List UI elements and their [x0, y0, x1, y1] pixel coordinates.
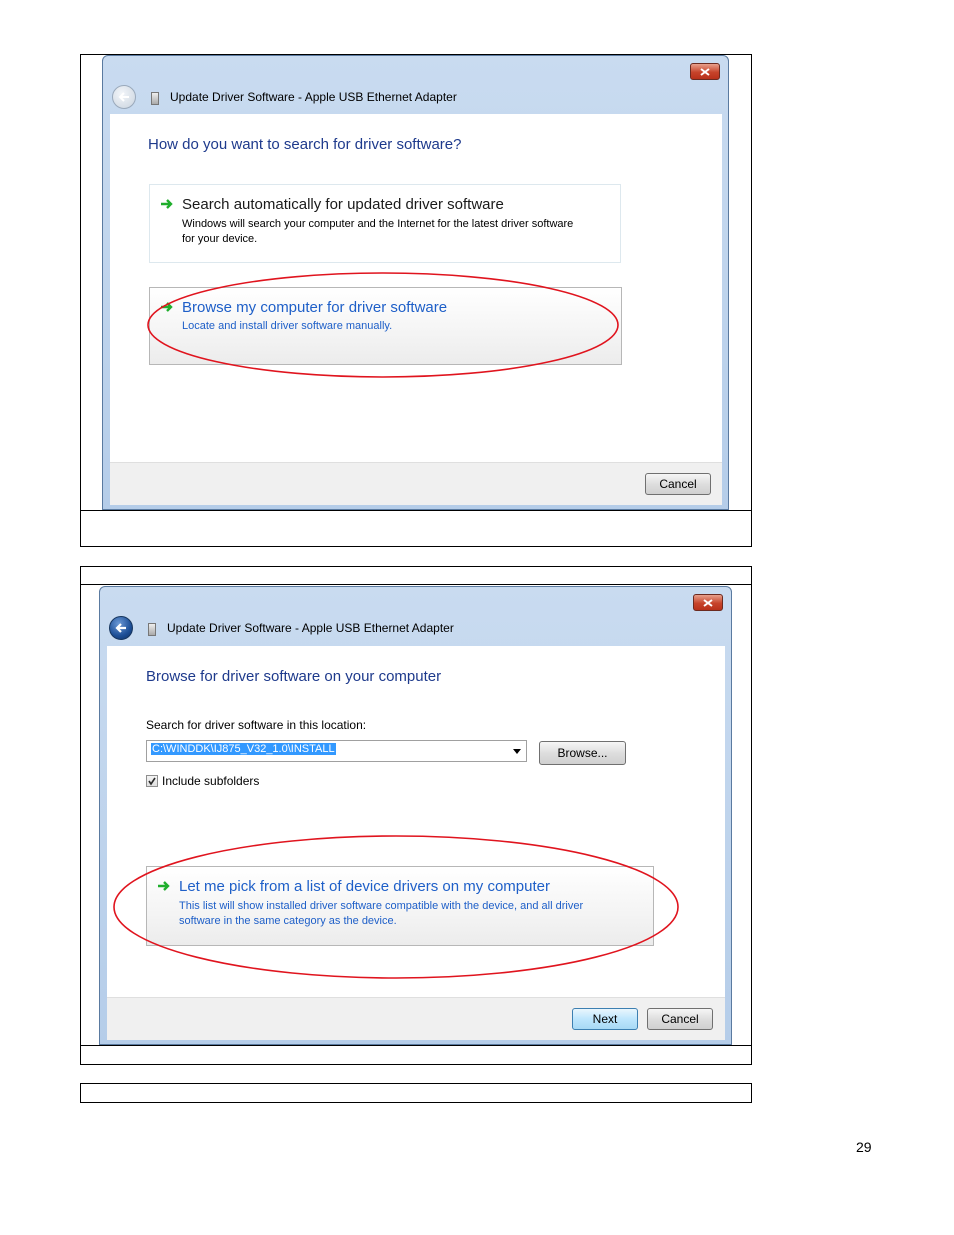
green-arrow-icon	[161, 302, 173, 312]
dialog-footer: Cancel	[110, 462, 722, 505]
path-combobox[interactable]: C:\WINDDK\IJ875_V32_1.0\INSTALL	[146, 740, 527, 762]
title-bar: Update Driver Software - Apple USB Ether…	[100, 587, 731, 645]
window-title: Update Driver Software - Apple USB Ether…	[170, 90, 457, 104]
include-subfolders-checkbox[interactable]	[146, 775, 158, 787]
search-automatically-option[interactable]: Search automatically for updated driver …	[149, 184, 621, 263]
option-description-line2: software in the same category as the dev…	[179, 915, 397, 927]
device-icon	[151, 92, 159, 105]
content-area: How do you want to search for driver sof…	[110, 114, 722, 462]
window-title: Update Driver Software - Apple USB Ether…	[167, 621, 454, 635]
option-title: Let me pick from a list of device driver…	[179, 878, 550, 895]
content-area: Browse for driver software on your compu…	[107, 646, 725, 997]
include-subfolders-label: Include subfolders	[162, 774, 260, 788]
next-button[interactable]: Next	[572, 1008, 638, 1030]
path-value: C:\WINDDK\IJ875_V32_1.0\INSTALL	[151, 743, 336, 755]
device-icon	[148, 623, 156, 636]
dialog-window-1: Update Driver Software - Apple USB Ether…	[102, 55, 729, 510]
option-description-line1: Windows will search your computer and th…	[182, 218, 574, 230]
close-icon	[700, 67, 710, 76]
close-button[interactable]	[690, 63, 720, 80]
caption-cell-2-bottom	[80, 1045, 752, 1065]
browse-computer-option[interactable]: Browse my computer for driver software L…	[149, 287, 622, 365]
caption-cell-1	[80, 510, 752, 547]
location-label: Search for driver software in this locat…	[146, 718, 367, 732]
checkmark-icon	[148, 777, 156, 786]
dialog-window-2: Update Driver Software - Apple USB Ether…	[99, 586, 732, 1045]
green-arrow-icon	[161, 199, 173, 209]
dropdown-arrow-icon[interactable]	[513, 749, 521, 754]
option-title: Browse my computer for driver software	[182, 299, 448, 316]
back-arrow-icon	[118, 92, 129, 102]
dialog-footer: Next Cancel	[107, 997, 725, 1040]
option-description-line1: This list will show installed driver sof…	[179, 900, 584, 912]
option-description-line2: for your device.	[182, 233, 258, 245]
option-description: Locate and install driver software manua…	[182, 320, 393, 332]
page-heading: How do you want to search for driver sof…	[148, 136, 462, 153]
close-icon	[703, 598, 713, 607]
cancel-button[interactable]: Cancel	[645, 473, 711, 495]
back-button[interactable]	[109, 616, 133, 640]
cancel-button[interactable]: Cancel	[647, 1008, 713, 1030]
empty-cell	[80, 1083, 752, 1103]
page-number: 29	[856, 1139, 872, 1155]
back-arrow-icon	[115, 623, 126, 633]
pick-from-list-option[interactable]: Let me pick from a list of device driver…	[146, 866, 654, 946]
green-arrow-icon	[158, 881, 170, 891]
option-title: Search automatically for updated driver …	[182, 196, 504, 213]
close-button[interactable]	[693, 594, 723, 611]
page-heading: Browse for driver software on your compu…	[146, 668, 442, 685]
browse-button[interactable]: Browse...	[539, 741, 626, 765]
title-bar: Update Driver Software - Apple USB Ether…	[103, 56, 728, 114]
back-button[interactable]	[112, 85, 136, 109]
caption-cell-2-top	[80, 566, 752, 585]
